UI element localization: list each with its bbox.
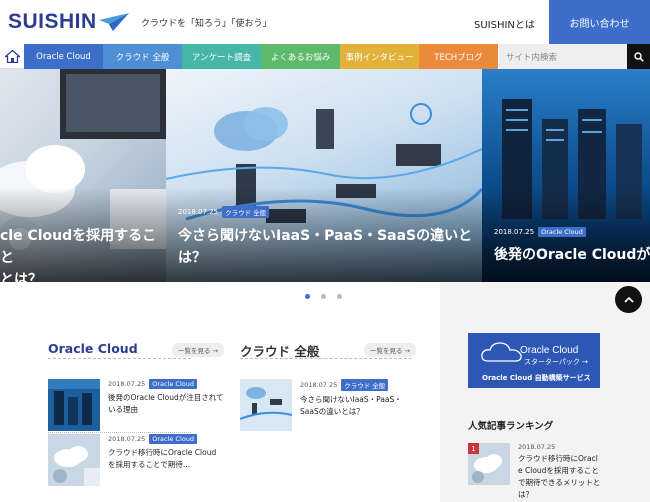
home-icon — [4, 49, 20, 63]
slide-date: 2018.07.25 — [494, 228, 535, 236]
nav-case-interview[interactable]: 事例インタビュー — [340, 44, 419, 69]
slide-title-line1: 後発のOracle Cloudが注目 — [494, 247, 650, 263]
slide-category-badge[interactable]: クラウド 全般 — [222, 206, 270, 218]
slide-date: 2018.07.25 — [178, 208, 219, 216]
slide-title-line1: cle Cloudを採用すること — [0, 228, 157, 266]
nav-faq[interactable]: よくあるお悩み — [261, 44, 340, 69]
section-divider — [240, 358, 412, 359]
article-date: 2018.07.25 — [108, 435, 146, 443]
article-thumbnail[interactable] — [240, 379, 292, 431]
article-title-line1: クラウド移行時にOracle Cloud — [108, 448, 217, 457]
ranking-title-line2: e Cloudを採用すること — [518, 466, 599, 475]
contact-button[interactable]: お問い合わせ — [549, 0, 650, 44]
nav-cloud-general[interactable]: クラウド 全般 — [103, 44, 182, 69]
scroll-to-top-button[interactable] — [615, 286, 642, 313]
slider-dot-2[interactable] — [321, 294, 326, 299]
cloud-icon — [481, 342, 522, 362]
article-title[interactable]: 今さら聞けないIaaS・PaaS・ SaaSの違いとは？ — [300, 394, 402, 418]
ranking-item[interactable]: 1 2018.07.25 クラウド移行時にOracl e Cloudを採用するこ… — [468, 443, 600, 501]
thumb-cloud-image — [48, 434, 100, 486]
article-title-line2: SaaSの違いとは？ — [300, 407, 364, 416]
site-logo[interactable]: SUISHIN — [8, 10, 129, 34]
article-item[interactable]: 2018.07.25 Oracle Cloud 後発のOracle Cloudが… — [48, 379, 224, 431]
thumb-network-image — [240, 379, 292, 431]
banner-title: Oracle Cloud — [520, 345, 579, 356]
article-badge[interactable]: Oracle Cloud — [149, 434, 198, 444]
site-header: SUISHIN クラウドを「知ろう」「使おう」 SUISHINとは お問い合わせ — [0, 0, 650, 44]
article-thumbnail[interactable] — [48, 434, 100, 486]
nav-oracle-cloud[interactable]: Oracle Cloud — [24, 44, 103, 69]
ranking-date: 2018.07.25 — [518, 443, 556, 451]
logo-text: SUISHIN — [8, 10, 97, 33]
oracle-more-link[interactable]: 一覧を見る → — [172, 343, 225, 357]
article-title-line2: いる理由 — [108, 405, 138, 414]
slide-meta: 2018.07.25 Oracle Cloud — [494, 227, 586, 237]
ranking-title: 人気記事ランキング — [468, 421, 554, 432]
nav-survey[interactable]: アンケート調査 — [182, 44, 261, 69]
slide-title-line2: は？ — [178, 250, 206, 266]
nav-tech-blog[interactable]: TECHブログ — [419, 44, 498, 69]
search-button[interactable] — [627, 44, 650, 69]
slide-right[interactable]: 2018.07.25 Oracle Cloud 後発のOracle Cloudが… — [482, 69, 650, 282]
slider-dot-1[interactable] — [305, 294, 310, 299]
banner-subtitle: スターターパック → — [524, 358, 589, 366]
slide-center[interactable]: 2018.07.25 クラウド 全般 今さら聞けないIaaS・PaaS・SaaS… — [166, 69, 482, 282]
search-icon — [633, 51, 644, 62]
article-item[interactable]: 2018.07.25 クラウド 全般 今さら聞けないIaaS・PaaS・ Saa… — [240, 379, 402, 431]
slider-dot-3[interactable] — [337, 294, 342, 299]
slide-title[interactable]: 後発のOracle Cloudが注目 — [494, 244, 650, 266]
slide-meta: 2018.07.25 クラウド 全般 — [178, 206, 270, 218]
search-input[interactable]: サイト内検索 — [499, 44, 627, 69]
article-title-line2: を採用することで期待… — [108, 460, 191, 469]
slider-pagination — [305, 294, 342, 299]
article-title-line1: 後発のOracle Cloudが注目されて — [108, 393, 224, 402]
article-text: 2018.07.25 Oracle Cloud クラウド移行時にOracle C… — [108, 434, 216, 486]
item-divider — [48, 432, 191, 433]
ranking-text: 2018.07.25 クラウド移行時にOracl e Cloudを採用すること … — [518, 443, 600, 501]
slide-category-badge[interactable]: Oracle Cloud — [538, 227, 586, 237]
about-link[interactable]: SUISHINとは — [474, 16, 535, 31]
article-title[interactable]: 後発のOracle Cloudが注目されて いる理由 — [108, 392, 224, 416]
site-tagline: クラウドを「知ろう」「使おう」 — [141, 19, 272, 29]
ranking-thumbnail[interactable]: 1 — [468, 443, 510, 485]
section-title-oracle-cloud: Oracle Cloud — [48, 341, 138, 356]
article-date: 2018.07.25 — [300, 381, 338, 389]
article-text: 2018.07.25 Oracle Cloud 後発のOracle Cloudが… — [108, 379, 224, 431]
section-divider — [48, 358, 191, 359]
slide-title-line2: とは？ — [0, 272, 42, 282]
home-button[interactable] — [0, 44, 24, 69]
article-item[interactable]: 2018.07.25 Oracle Cloud クラウド移行時にOracle C… — [48, 434, 216, 486]
ranking-title-line1: クラウド移行時にOracl — [518, 454, 598, 463]
thumb-datacenter-image — [48, 379, 100, 431]
cloud-more-link[interactable]: 一覧を見る → — [364, 343, 417, 357]
starter-pack-banner[interactable]: Oracle Cloud スターターパック → Oracle Cloud 自動構… — [468, 333, 600, 388]
article-meta: 2018.07.25 Oracle Cloud — [108, 379, 224, 389]
article-meta: 2018.07.25 クラウド 全般 — [300, 379, 402, 391]
paper-plane-icon — [98, 13, 129, 31]
featured-slider[interactable]: cle Cloudを採用すること とは？ 2018.07.25 クラウド 全般 … — [0, 69, 650, 282]
slide-title[interactable]: 今さら聞けないIaaS・PaaS・SaaSの違いと は？ — [178, 225, 478, 269]
category-nav: Oracle Cloud クラウド 全般 アンケート調査 よくあるお悩み 事例イ… — [0, 44, 650, 69]
banner-caption: Oracle Cloud 自動構築サービス — [482, 374, 591, 382]
article-title[interactable]: クラウド移行時にOracle Cloud を採用することで期待… — [108, 447, 216, 471]
ranking-number-badge: 1 — [468, 443, 479, 454]
article-date: 2018.07.25 — [108, 380, 146, 388]
article-badge[interactable]: Oracle Cloud — [149, 379, 198, 389]
article-thumbnail[interactable] — [48, 379, 100, 431]
slide-title-line1: 今さら聞けないIaaS・PaaS・SaaSの違いと — [178, 228, 473, 244]
article-meta: 2018.07.25 Oracle Cloud — [108, 434, 216, 444]
slide-title[interactable]: cle Cloudを採用すること とは？ — [0, 225, 166, 282]
chevron-up-icon — [623, 296, 634, 303]
ranking-title-line4: は？ — [518, 490, 533, 499]
article-title-line1: 今さら聞けないIaaS・PaaS・ — [300, 395, 402, 404]
ranking-title-line3: で期待できるメリットと — [518, 478, 601, 487]
ranking-article-title[interactable]: クラウド移行時にOracl e Cloudを採用すること で期待できるメリットと… — [518, 453, 600, 501]
article-text: 2018.07.25 クラウド 全般 今さら聞けないIaaS・PaaS・ Saa… — [300, 379, 402, 431]
slide-left[interactable]: cle Cloudを採用すること とは？ — [0, 69, 166, 282]
article-badge[interactable]: クラウド 全般 — [341, 379, 389, 391]
